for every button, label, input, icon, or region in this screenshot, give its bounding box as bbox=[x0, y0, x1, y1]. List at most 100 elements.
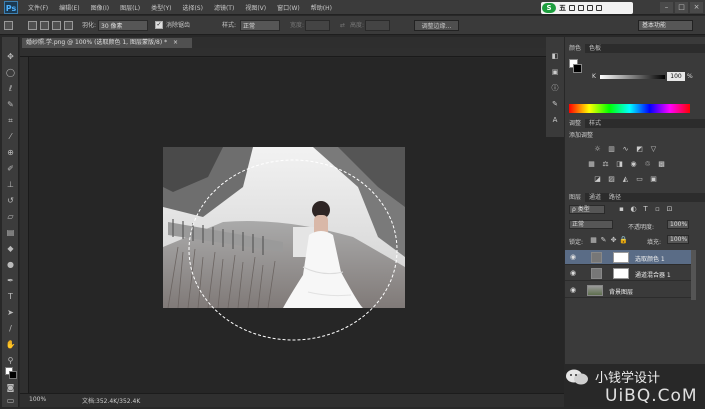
photo-filter-icon[interactable]: ◉ bbox=[629, 160, 638, 169]
brush-icon[interactable]: ✐ bbox=[5, 163, 16, 174]
menu-layer[interactable]: 图层(L) bbox=[120, 3, 140, 12]
filter-shape-icon[interactable]: ▫ bbox=[653, 205, 662, 214]
menu-type[interactable]: 类型(Y) bbox=[151, 3, 171, 12]
workspace-select[interactable]: 基本功能 bbox=[638, 20, 693, 31]
menu-edit[interactable]: 编辑(E) bbox=[59, 3, 79, 12]
menu-file[interactable]: 文件(F) bbox=[28, 3, 48, 12]
visibility-eye-icon[interactable]: ◉ bbox=[570, 253, 578, 261]
lock-all-icon[interactable]: 🔒 bbox=[619, 236, 628, 245]
k-channel-slider[interactable] bbox=[600, 75, 665, 79]
tab-color[interactable]: 颜色 bbox=[565, 44, 586, 53]
layer-name[interactable]: 背景图层 bbox=[609, 287, 633, 296]
ime-keyboard-icon[interactable] bbox=[578, 5, 584, 11]
tab-paths[interactable]: 路径 bbox=[605, 193, 625, 202]
curves-icon[interactable]: ∿ bbox=[621, 145, 630, 154]
gradient-map-icon[interactable]: ▭ bbox=[635, 175, 644, 184]
close-icon[interactable]: × bbox=[690, 2, 703, 13]
subtract-selection-icon[interactable] bbox=[52, 21, 61, 30]
history-panel-icon[interactable]: ◧ bbox=[550, 51, 560, 61]
layer-kind-filter[interactable]: ρ 类型 bbox=[569, 205, 605, 214]
ime-user-icon[interactable] bbox=[587, 5, 593, 11]
minimize-icon[interactable]: – bbox=[660, 2, 673, 13]
feather-input[interactable]: 30 像素 bbox=[98, 20, 148, 31]
style-select[interactable]: 正常 bbox=[240, 20, 280, 31]
lock-image-icon[interactable]: ✎ bbox=[599, 236, 608, 245]
layer-name[interactable]: 通道混合器 1 bbox=[635, 270, 671, 279]
gradient-icon[interactable]: ▤ bbox=[5, 227, 16, 238]
color-lookup-icon[interactable]: ▩ bbox=[657, 160, 666, 169]
properties-panel-icon[interactable]: ▣ bbox=[550, 67, 560, 77]
dodge-icon[interactable]: ● bbox=[5, 259, 16, 270]
lasso-icon[interactable]: ℓ bbox=[5, 83, 16, 94]
color-balance-icon[interactable]: ⚖ bbox=[601, 160, 610, 169]
opacity-input[interactable]: 100% bbox=[667, 220, 689, 229]
hue-saturation-icon[interactable]: ▦ bbox=[587, 160, 596, 169]
threshold-icon[interactable]: ◭ bbox=[621, 175, 630, 184]
pen-icon[interactable]: ✒ bbox=[5, 275, 16, 286]
history-brush-icon[interactable]: ↺ bbox=[5, 195, 16, 206]
new-selection-icon[interactable] bbox=[28, 21, 37, 30]
menu-window[interactable]: 窗口(W) bbox=[277, 3, 300, 12]
swap-icon[interactable]: ⇄ bbox=[340, 20, 345, 31]
background-color-swatch[interactable] bbox=[9, 371, 17, 379]
invert-icon[interactable]: ◪ bbox=[593, 175, 602, 184]
eraser-icon[interactable]: ▱ bbox=[5, 211, 16, 222]
layer-row[interactable]: ◉ 通道混合器 1 bbox=[565, 266, 691, 281]
ime-punct-icon[interactable] bbox=[569, 5, 575, 11]
color-panel-background[interactable] bbox=[573, 64, 582, 73]
visibility-eye-icon[interactable]: ◉ bbox=[570, 286, 578, 294]
ime-mode-label[interactable]: 五 bbox=[559, 3, 566, 13]
clone-stamp-icon[interactable]: ⊥ bbox=[5, 179, 16, 190]
posterize-icon[interactable]: ▨ bbox=[607, 175, 616, 184]
tab-adjustments[interactable]: 调整 bbox=[565, 119, 586, 128]
lock-position-icon[interactable]: ✥ bbox=[609, 236, 618, 245]
width-input[interactable] bbox=[305, 20, 330, 31]
layer-name[interactable]: 选取颜色 1 bbox=[635, 254, 665, 263]
intersect-selection-icon[interactable] bbox=[64, 21, 73, 30]
type-icon[interactable]: T bbox=[5, 291, 16, 302]
menu-filter[interactable]: 滤镜(T) bbox=[214, 3, 234, 12]
line-icon[interactable]: / bbox=[5, 323, 16, 334]
selective-color-icon[interactable]: ▣ bbox=[649, 175, 658, 184]
levels-icon[interactable]: ▥ bbox=[607, 145, 616, 154]
layer-row[interactable]: ◉ 选取颜色 1 bbox=[565, 250, 691, 265]
quick-select-icon[interactable]: ✎ bbox=[5, 99, 16, 110]
document-tab[interactable]: 婚纱照.学.png @ 100% (选取颜色 1, 图层蒙版/8) * × bbox=[22, 38, 192, 48]
vibrance-icon[interactable]: ▽ bbox=[649, 145, 658, 154]
ime-settings-icon[interactable] bbox=[596, 5, 602, 11]
height-input[interactable] bbox=[365, 20, 390, 31]
k-channel-input[interactable]: 100 bbox=[667, 72, 685, 81]
brush-panel-icon[interactable]: ✎ bbox=[550, 99, 560, 109]
antialias-checkbox[interactable]: ✓ bbox=[155, 21, 163, 29]
lock-transparent-icon[interactable]: ▦ bbox=[589, 236, 598, 245]
elliptical-marquee-icon[interactable]: ◯ bbox=[5, 67, 16, 78]
refine-edge-button[interactable]: 调整边缘... bbox=[414, 20, 459, 31]
layer-mask-thumbnail[interactable] bbox=[613, 268, 629, 279]
filter-type-icon[interactable]: T bbox=[641, 205, 650, 214]
layer-mask-thumbnail[interactable] bbox=[613, 252, 629, 263]
exposure-icon[interactable]: ◩ bbox=[635, 145, 644, 154]
path-select-icon[interactable]: ➤ bbox=[5, 307, 16, 318]
zoom-icon[interactable]: ⚲ bbox=[5, 355, 16, 366]
menu-help[interactable]: 帮助(H) bbox=[311, 3, 332, 12]
blur-icon[interactable]: ◆ bbox=[5, 243, 16, 254]
hand-icon[interactable]: ✋ bbox=[5, 339, 16, 350]
tab-layers[interactable]: 图层 bbox=[565, 193, 586, 202]
menu-view[interactable]: 视图(V) bbox=[245, 3, 266, 12]
filter-smart-icon[interactable]: ⊡ bbox=[665, 205, 674, 214]
add-selection-icon[interactable] bbox=[40, 21, 49, 30]
crop-icon[interactable]: ⌗ bbox=[5, 115, 16, 126]
filter-adjust-icon[interactable]: ◐ bbox=[629, 205, 638, 214]
black-white-icon[interactable]: ◨ bbox=[615, 160, 624, 169]
filter-pixel-icon[interactable]: ▪ bbox=[617, 205, 626, 214]
layers-scrollbar[interactable] bbox=[691, 250, 696, 300]
tab-channels[interactable]: 通道 bbox=[585, 193, 605, 202]
screen-mode-icon[interactable]: ▭ bbox=[5, 395, 16, 406]
eyedropper-icon[interactable]: ⁄ bbox=[5, 131, 16, 142]
info-panel-icon[interactable]: ⓘ bbox=[550, 83, 560, 93]
tab-swatches[interactable]: 色板 bbox=[585, 44, 605, 53]
marquee-tool-preset-icon[interactable] bbox=[4, 21, 13, 30]
document-tab-close-icon[interactable]: × bbox=[173, 39, 178, 46]
blend-mode-select[interactable]: 正常 bbox=[569, 220, 613, 229]
brightness-icon[interactable]: ☼ bbox=[593, 145, 602, 154]
